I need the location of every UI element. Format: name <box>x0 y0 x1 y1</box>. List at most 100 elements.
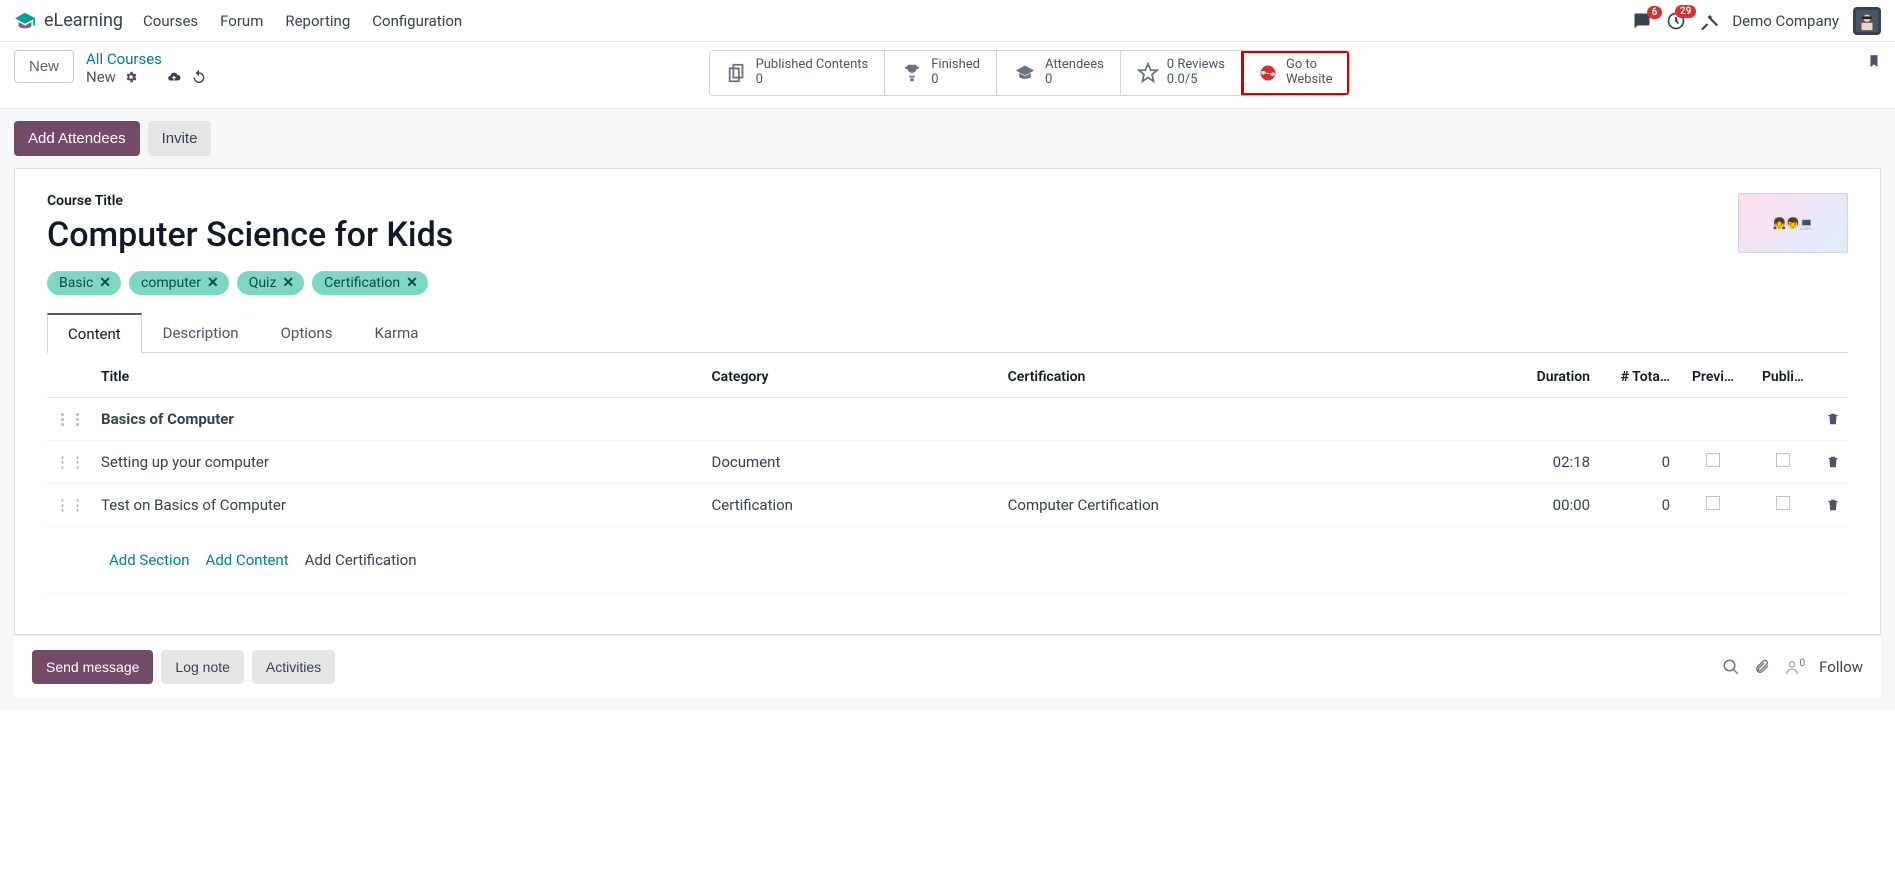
follow-button[interactable]: Follow <box>1819 658 1863 676</box>
section-title: Basics of Computer <box>93 398 1818 441</box>
close-icon[interactable]: ✕ <box>207 275 219 291</box>
tabs: Content Description Options Karma <box>47 313 1848 353</box>
course-image[interactable]: 👧👦💻 <box>1738 193 1848 253</box>
stat-published[interactable]: Published Contents0 <box>710 51 886 95</box>
app-name: eLearning <box>44 10 123 31</box>
published-checkbox[interactable] <box>1776 453 1790 467</box>
table-row[interactable]: ⋮⋮ Setting up your computer Document 02:… <box>47 441 1848 484</box>
invite-button[interactable]: Invite <box>148 121 212 156</box>
cell-duration: 02:18 <box>1508 441 1598 484</box>
tab-karma[interactable]: Karma <box>353 313 439 352</box>
tag-label: Certification <box>324 275 400 291</box>
trash-icon[interactable] <box>1826 454 1840 470</box>
attachment-icon[interactable] <box>1754 658 1770 676</box>
stat-finished[interactable]: Finished0 <box>885 51 997 95</box>
tab-content[interactable]: Content <box>47 313 142 353</box>
add-attendees-button[interactable]: Add Attendees <box>14 121 140 156</box>
tools-icon[interactable] <box>1700 12 1718 30</box>
tab-description[interactable]: Description <box>142 313 260 352</box>
col-preview: Previ… <box>1678 357 1748 398</box>
messages-icon[interactable]: 6 <box>1632 12 1652 30</box>
trash-icon[interactable] <box>1826 411 1840 427</box>
trash-icon[interactable] <box>1826 497 1840 513</box>
cell-title: Setting up your computer <box>93 441 704 484</box>
cell-total: 0 <box>1598 484 1678 527</box>
activities-badge: 29 <box>1675 5 1696 18</box>
breadcrumb-current: New <box>86 68 116 86</box>
stat-attendees[interactable]: Attendees0 <box>997 51 1121 95</box>
title-label: Course Title <box>47 193 453 209</box>
activities-icon[interactable]: 29 <box>1666 11 1686 31</box>
stat-buttons: Published Contents0 Finished0 Attendees0… <box>709 50 1350 96</box>
drag-handle-icon[interactable]: ⋮⋮ <box>55 496 85 514</box>
table-row[interactable]: ⋮⋮ Test on Basics of Computer Certificat… <box>47 484 1848 527</box>
send-message-button[interactable]: Send message <box>32 650 153 684</box>
company-name[interactable]: Demo Company <box>1732 12 1839 30</box>
cell-total: 0 <box>1598 441 1678 484</box>
drag-handle-icon[interactable]: ⋮⋮ <box>55 453 85 471</box>
stat-reviews[interactable]: 0 Reviews0.0/5 <box>1121 51 1242 95</box>
top-nav: eLearning Courses Forum Reporting Config… <box>0 0 1895 42</box>
cell-title: Test on Basics of Computer <box>93 484 704 527</box>
tag-quiz[interactable]: Quiz ✕ <box>237 271 304 295</box>
add-content-link[interactable]: Add Content <box>206 551 289 569</box>
preview-checkbox[interactable] <box>1706 453 1720 467</box>
section-row[interactable]: ⋮⋮ Basics of Computer <box>47 398 1848 441</box>
followers-icon[interactable]: 0 <box>1784 658 1806 676</box>
bookmark-icon[interactable] <box>1867 50 1881 72</box>
add-section-link[interactable]: Add Section <box>109 551 190 569</box>
breadcrumb: All Courses New <box>86 50 207 86</box>
log-note-button[interactable]: Log note <box>161 650 244 684</box>
undo-icon[interactable] <box>191 69 207 85</box>
tag-label: computer <box>141 275 201 291</box>
course-title[interactable]: Computer Science for Kids <box>47 215 453 255</box>
gear-icon[interactable] <box>124 70 138 84</box>
cell-certification <box>1000 441 1508 484</box>
form-sheet: Course Title Computer Science for Kids B… <box>14 168 1881 635</box>
activities-button[interactable]: Activities <box>252 650 335 684</box>
cell-category: Document <box>704 441 1000 484</box>
preview-checkbox[interactable] <box>1706 496 1720 510</box>
stat-label: Attendees <box>1045 58 1104 73</box>
col-certification: Certification <box>1000 357 1508 398</box>
close-icon[interactable]: ✕ <box>99 275 111 291</box>
new-button[interactable]: New <box>14 50 74 83</box>
user-avatar[interactable] <box>1853 7 1881 35</box>
tab-options[interactable]: Options <box>260 313 354 352</box>
cloud-upload-icon[interactable] <box>165 70 183 84</box>
search-icon[interactable] <box>1722 658 1740 676</box>
stat-value: 0 <box>1045 73 1104 88</box>
nav-configuration[interactable]: Configuration <box>372 12 462 30</box>
globe-icon <box>1258 63 1278 83</box>
chatter: Send message Log note Activities 0 Follo… <box>14 635 1881 698</box>
tag-computer[interactable]: computer ✕ <box>129 271 229 295</box>
breadcrumb-root[interactable]: All Courses <box>86 50 162 68</box>
trophy-icon <box>901 62 923 84</box>
tags: Basic✕ computer ✕ Quiz ✕ Certification ✕ <box>47 271 453 295</box>
tag-certification[interactable]: Certification ✕ <box>312 271 428 295</box>
view-body: Add Attendees Invite Course Title Comput… <box>0 109 1895 710</box>
control-panel: New All Courses New Published Contents <box>0 42 1895 109</box>
drag-handle-icon[interactable]: ⋮⋮ <box>55 410 85 428</box>
col-total: # Tota… <box>1598 357 1678 398</box>
col-duration: Duration <box>1508 357 1598 398</box>
nav-forum[interactable]: Forum <box>220 12 263 30</box>
stat-label: Published Contents <box>756 58 869 73</box>
col-category: Category <box>704 357 1000 398</box>
nav-reporting[interactable]: Reporting <box>285 12 350 30</box>
graduation-cap-icon <box>14 10 36 32</box>
stat-value: 0 <box>931 73 980 88</box>
add-certification-link[interactable]: Add Certification <box>305 551 417 569</box>
stat-goto-website[interactable]: Go toWebsite <box>1242 51 1349 95</box>
tag-label: Quiz <box>249 275 277 291</box>
published-checkbox[interactable] <box>1776 496 1790 510</box>
copy-icon <box>726 62 748 84</box>
nav-courses[interactable]: Courses <box>143 12 198 30</box>
tag-basic[interactable]: Basic✕ <box>47 271 121 295</box>
col-title: Title <box>93 357 704 398</box>
follower-count: 0 <box>1800 658 1806 669</box>
stat-label: Finished <box>931 58 980 73</box>
close-icon[interactable]: ✕ <box>406 275 418 291</box>
close-icon[interactable]: ✕ <box>282 275 294 291</box>
nav-links: Courses Forum Reporting Configuration <box>143 12 462 30</box>
